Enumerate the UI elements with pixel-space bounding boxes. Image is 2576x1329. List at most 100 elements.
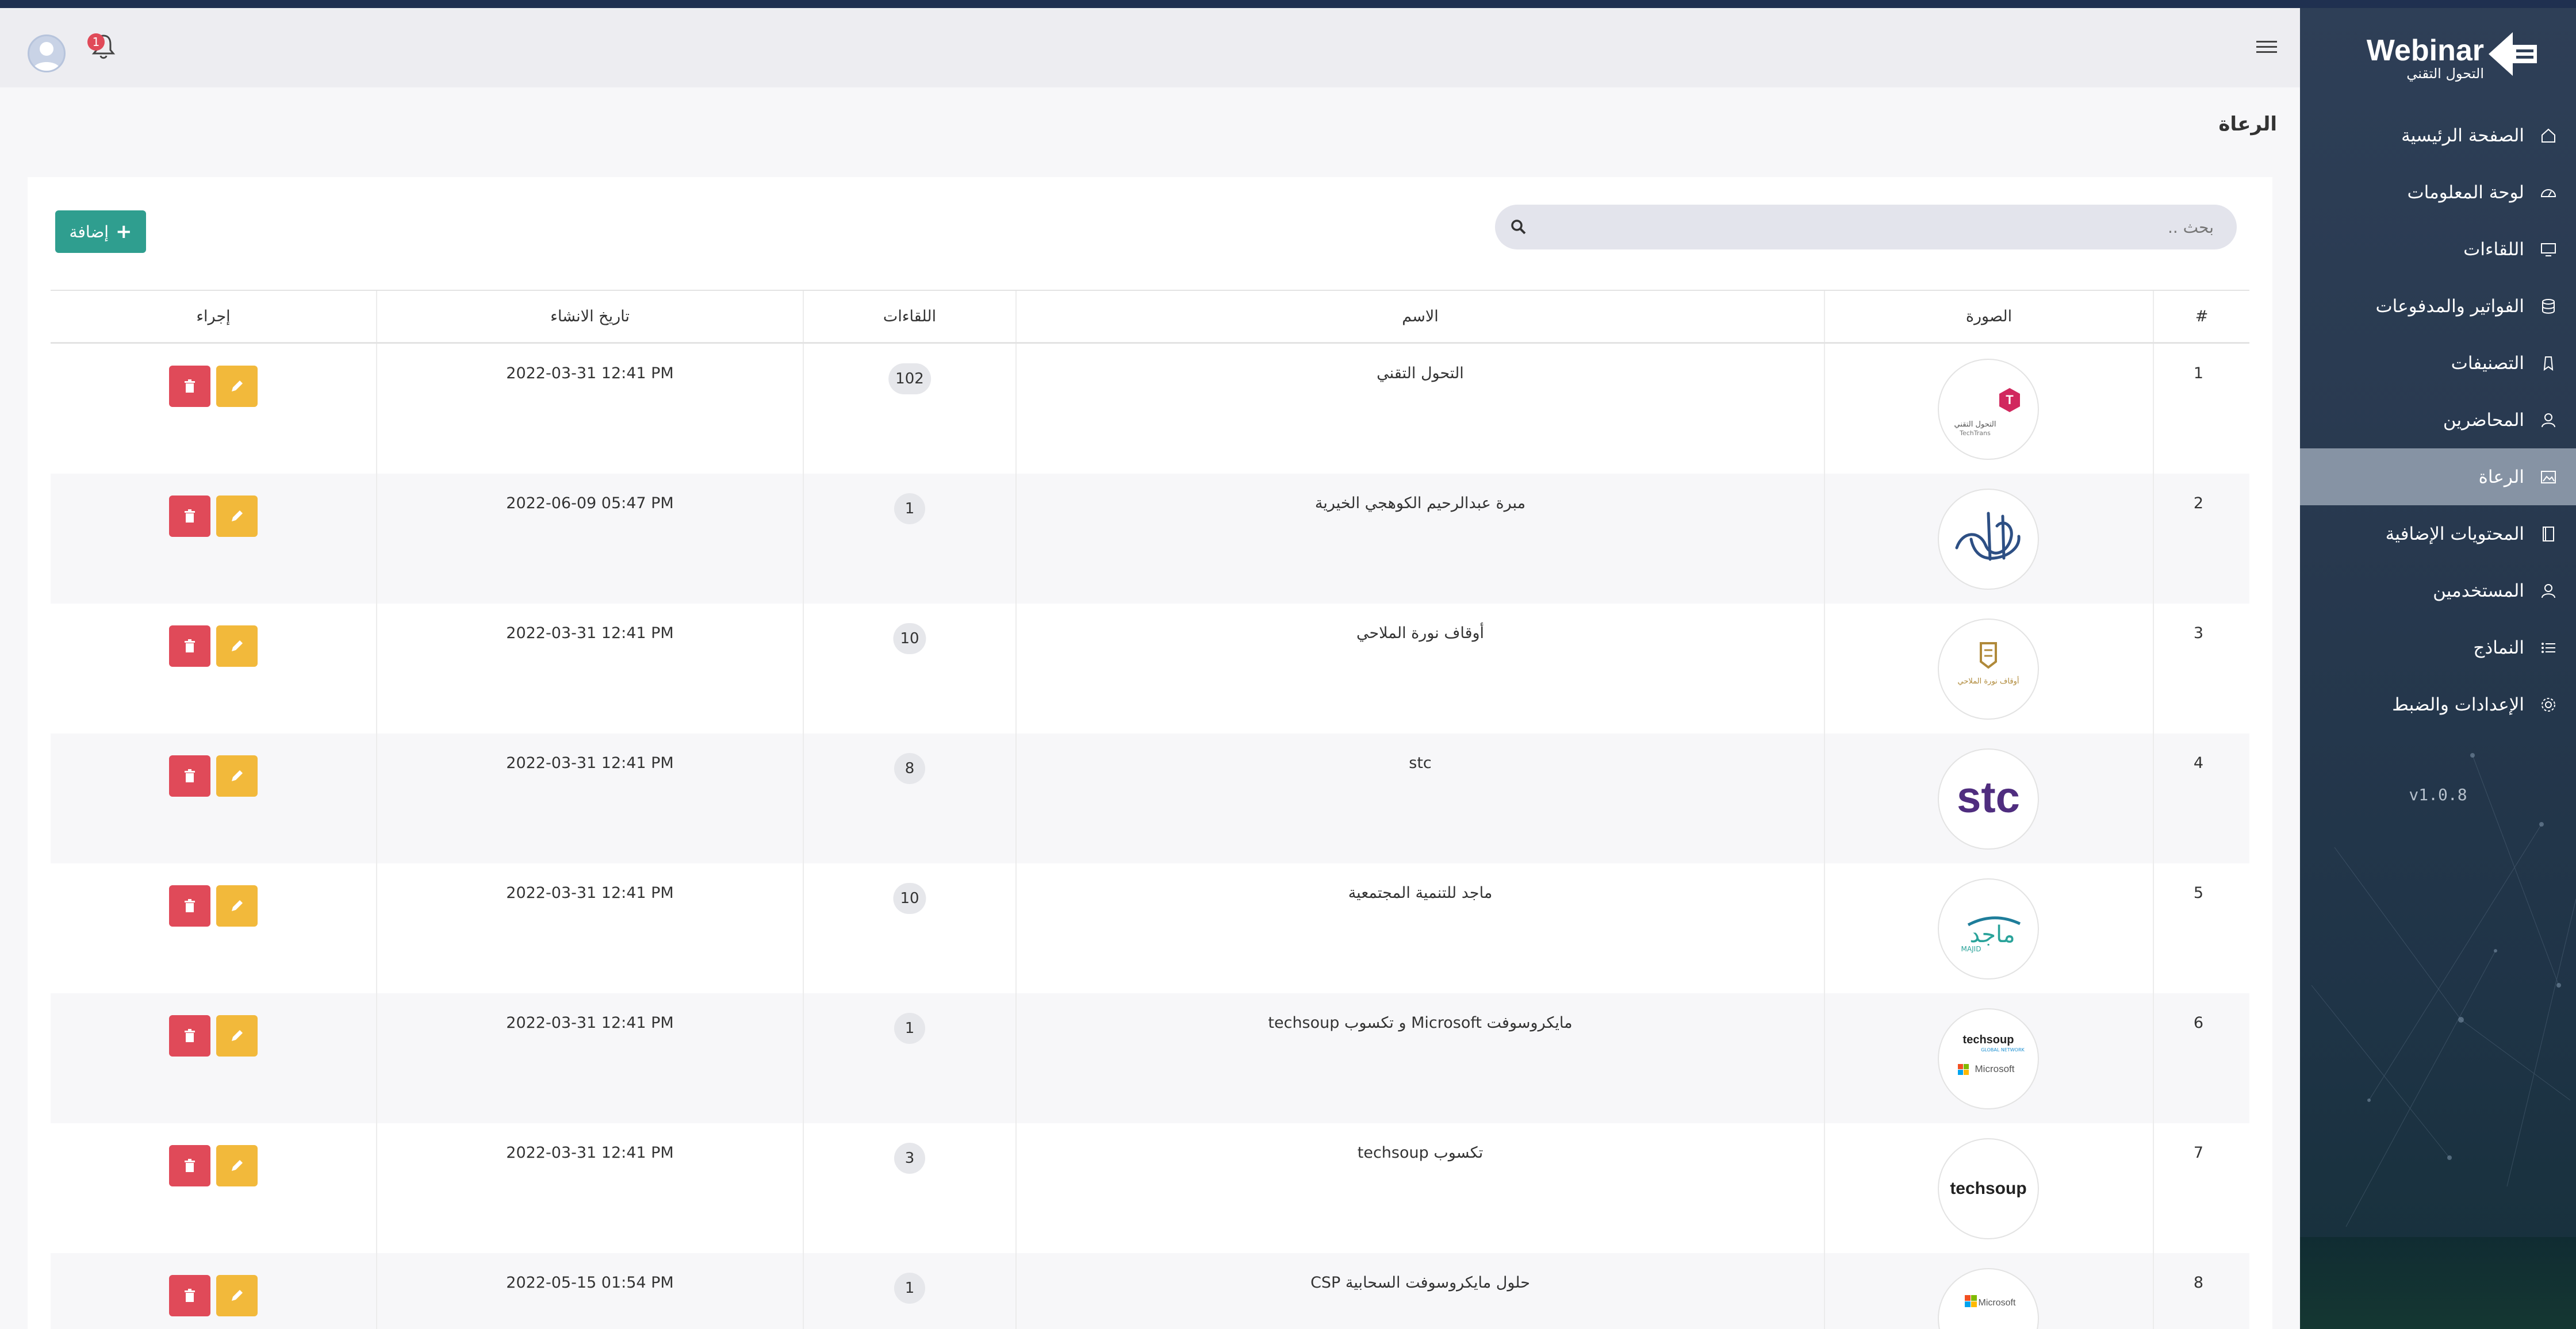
row-number: 5 (2193, 884, 2203, 902)
table-row: 2 مبرة عبدالرحيم الكوهجي الخيرية 1 2022-… (51, 474, 2249, 604)
calligraphy-logo (1955, 512, 2021, 561)
gear-icon (2538, 694, 2559, 715)
svg-text:MAJID: MAJID (1961, 945, 1981, 953)
svg-text:التحول التقني: التحول التقني (1954, 420, 1996, 429)
sponsor-logo: techsoup (1938, 1138, 2039, 1239)
add-sponsor-button[interactable]: + إضافة (55, 210, 146, 253)
table-row: 7 techsoup تكسوب techsoup 3 2022-03-31 1… (51, 1123, 2249, 1253)
delete-button[interactable] (169, 1015, 210, 1057)
awqaf-logo: أوقاف نورة الملاحي (1958, 642, 2019, 686)
row-number: 8 (2193, 1274, 2203, 1292)
search-bar (1495, 205, 2237, 249)
svg-text:stc: stc (1957, 773, 2020, 822)
sidebar-item-dashboard[interactable]: لوحة المعلومات (2300, 164, 2576, 221)
table-row: 6 techsoup GLOBAL NETWORK Microsoft مايك… (51, 993, 2249, 1123)
created-date: 2022-03-31 12:41 PM (376, 344, 803, 474)
sponsor-logo: أوقاف نورة الملاحي (1938, 619, 2039, 720)
trash-icon (185, 379, 195, 393)
table-body: 1 T التحول التقني TechTrans التحول التقن… (51, 344, 2249, 1329)
sidebar-item-meetings[interactable]: اللقاءات (2300, 221, 2576, 278)
sidebar-item-label: الصفحة الرئيسية (2401, 125, 2524, 146)
meetings-count-badge: 1 (894, 1013, 925, 1044)
sponsor-logo: stc (1938, 748, 2039, 850)
brand-logo[interactable]: Webinar التحول التقني (2323, 20, 2553, 83)
sponsor-name: ماجد للتنمية المجتمعية (1015, 863, 1824, 993)
meetings-count-badge: 10 (893, 623, 926, 654)
sponsor-name: التحول التقني (1015, 344, 1824, 474)
column-header-actions: إجراء (196, 308, 231, 325)
created-date: 2022-03-31 12:41 PM (376, 1123, 803, 1253)
list-icon (2538, 637, 2559, 658)
table-row: 3 أوقاف نورة الملاحي أوقاف نورة الملاحي … (51, 604, 2249, 733)
pencil-icon (232, 900, 243, 911)
sidebar-item-speakers[interactable]: المحاضرين (2300, 391, 2576, 448)
edit-button[interactable] (216, 366, 258, 407)
svg-text:ماجد: ماجد (1969, 921, 2015, 948)
trash-icon (185, 1159, 195, 1172)
sponsor-logo: T التحول التقني TechTrans (1938, 359, 2039, 460)
search-icon[interactable] (1510, 218, 1527, 236)
sidebar-item-sponsors[interactable]: الرعاة (2300, 448, 2576, 505)
trash-icon (185, 899, 195, 912)
meetings-count-badge: 1 (894, 493, 925, 524)
meetings-count-badge: 102 (888, 363, 931, 394)
edit-button[interactable] (216, 625, 258, 667)
user-avatar[interactable] (28, 34, 66, 72)
book-icon (2538, 524, 2559, 544)
sidebar-item-label: المحاضرين (2443, 409, 2524, 431)
brand-arrow-icon (2489, 32, 2537, 76)
sidebar-item-home[interactable]: الصفحة الرئيسية (2300, 107, 2576, 164)
sponsor-name: مبرة عبدالرحيم الكوهجي الخيرية (1015, 474, 1824, 604)
search-input[interactable] (1535, 205, 2214, 249)
delete-button[interactable] (169, 366, 210, 407)
sidebar-nav: الصفحة الرئيسية لوحة المعلومات اللقاءات … (2300, 107, 2576, 733)
edit-button[interactable] (216, 1145, 258, 1186)
user-avatar-icon (33, 42, 60, 71)
svg-text:Microsoft: Microsoft (1979, 1298, 2016, 1308)
delete-button[interactable] (169, 1145, 210, 1186)
app-version: v1.0.8 (2409, 785, 2467, 804)
created-date: 2022-03-31 12:41 PM (376, 993, 803, 1123)
sidebar-item-categories[interactable]: التصنيفات (2300, 335, 2576, 391)
sidebar-item-extra-content[interactable]: المحتويات الإضافية (2300, 505, 2576, 562)
edit-button[interactable] (216, 885, 258, 927)
home-icon (2538, 125, 2559, 146)
svg-text:techsoup: techsoup (1963, 1034, 2014, 1046)
tag-icon (2538, 353, 2559, 374)
brand-subtitle: التحول التقني (2406, 66, 2484, 82)
table-row: 4 stc stc 8 2022-03-31 12:41 PM (51, 733, 2249, 863)
svg-text:techsoup: techsoup (1950, 1179, 2026, 1198)
majid-logo: ماجد MAJID (1961, 916, 2021, 953)
hamburger-icon[interactable] (2254, 37, 2279, 57)
sponsor-name: stc (1015, 733, 1824, 863)
dashboard-icon (2538, 182, 2559, 203)
sidebar-item-forms[interactable]: النماذج (2300, 619, 2576, 676)
svg-text:T: T (2006, 393, 2014, 407)
sidebar-footer (2300, 1237, 2576, 1329)
delete-button[interactable] (169, 625, 210, 667)
delete-button[interactable] (169, 885, 210, 927)
created-date: 2022-03-31 12:41 PM (376, 863, 803, 993)
row-number: 7 (2193, 1144, 2203, 1162)
sidebar-item-settings[interactable]: الإعدادات والضبط (2300, 676, 2576, 733)
edit-button[interactable] (216, 496, 258, 537)
pencil-icon (232, 510, 243, 521)
row-number: 2 (2193, 494, 2203, 512)
techsoup-logo: techsoup (1950, 1179, 2026, 1198)
sidebar-item-users[interactable]: المستخدمين (2300, 562, 2576, 619)
delete-button[interactable] (169, 496, 210, 537)
delete-button[interactable] (169, 755, 210, 797)
edit-button[interactable] (216, 1015, 258, 1057)
delete-button[interactable] (169, 1275, 210, 1316)
sidebar-item-label: التصنيفات (2451, 352, 2524, 374)
column-header-created: تاريخ الانشاء (376, 291, 803, 342)
sidebar-item-label: لوحة المعلومات (2407, 182, 2524, 203)
sponsor-name: تكسوب techsoup (1015, 1123, 1824, 1253)
trash-icon (185, 639, 195, 652)
edit-button[interactable] (216, 1275, 258, 1316)
monitor-icon (2538, 239, 2559, 260)
sidebar-item-invoices[interactable]: الفواتير والمدفوعات (2300, 278, 2576, 335)
edit-button[interactable] (216, 755, 258, 797)
meetings-count-badge: 3 (894, 1143, 925, 1174)
sponsor-logo (1938, 489, 2039, 590)
